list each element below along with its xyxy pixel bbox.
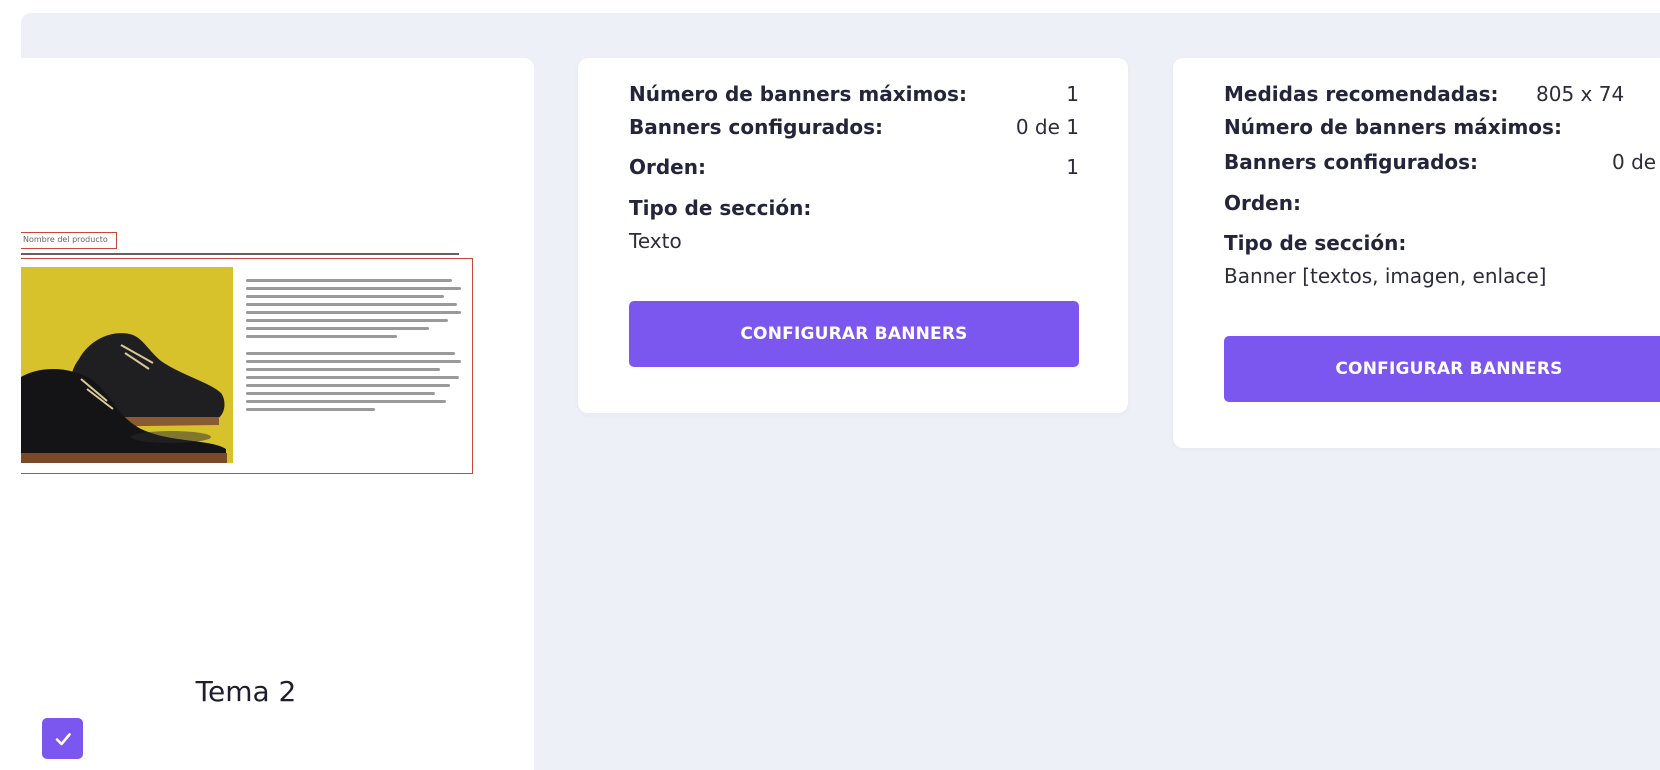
theme-preview: Nombre del producto bbox=[21, 228, 491, 538]
recommended-sizes-value: 805 x 74 bbox=[1536, 82, 1625, 106]
check-icon bbox=[55, 732, 71, 745]
shoe-image bbox=[21, 267, 233, 463]
section-type-value: Banner [textos, imagen, enlace] bbox=[1224, 264, 1547, 288]
order-value: 1 bbox=[1066, 155, 1079, 179]
theme-select-checkbox[interactable] bbox=[42, 718, 83, 759]
section-card-2: Medidas recomendadas: 805 x 74 Número de… bbox=[1173, 58, 1660, 448]
configured-label: Banners configurados: bbox=[1224, 150, 1479, 174]
recommended-sizes-label: Medidas recomendadas: bbox=[1224, 82, 1499, 106]
theme-card[interactable]: Nombre del producto Tema 2 bbox=[21, 58, 534, 770]
configured-row: Banners configurados: 0 de bbox=[1224, 150, 1660, 174]
section-type-label: Tipo de sección: bbox=[1224, 231, 1407, 255]
theme-name: Tema 2 bbox=[195, 675, 297, 708]
configured-value: 0 de bbox=[1612, 150, 1657, 174]
preview-title-tag: Nombre del producto bbox=[21, 232, 117, 249]
section-card-1: Número de banners máximos: 1 Banners con… bbox=[578, 58, 1128, 413]
configure-banners-button[interactable]: CONFIGURAR BANNERS bbox=[629, 301, 1079, 367]
preview-divider bbox=[21, 253, 459, 255]
max-banners-row: Número de banners máximos: 1 bbox=[629, 82, 1079, 106]
max-banners-value: 1 bbox=[1066, 82, 1079, 106]
order-label: Orden: bbox=[1224, 191, 1301, 215]
configure-banners-button[interactable]: CONFIGURAR BANNERS bbox=[1224, 336, 1660, 402]
configured-value: 0 de 1 bbox=[1015, 115, 1079, 139]
preview-text-block bbox=[246, 279, 461, 416]
configured-label: Banners configurados: bbox=[629, 115, 884, 139]
recommended-sizes-row: Medidas recomendadas: 805 x 74 bbox=[1224, 82, 1660, 106]
max-banners-label: Número de banners máximos: bbox=[629, 82, 967, 106]
max-banners-label: Número de banners máximos: bbox=[1224, 115, 1562, 139]
section-type-value: Texto bbox=[629, 229, 682, 253]
preview-content-frame bbox=[21, 258, 473, 474]
section-type-label: Tipo de sección: bbox=[629, 196, 812, 220]
order-row: Orden: 1 bbox=[629, 155, 1079, 179]
order-label: Orden: bbox=[629, 155, 706, 179]
configured-row: Banners configurados: 0 de 1 bbox=[629, 115, 1079, 139]
